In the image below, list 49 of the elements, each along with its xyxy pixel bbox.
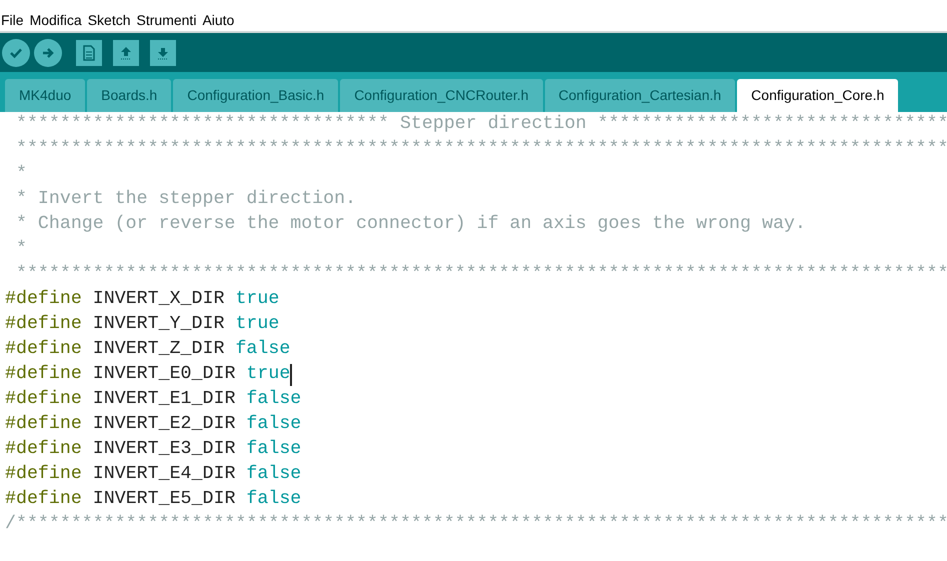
macro-name: INVERT_Y_DIR bbox=[92, 313, 224, 336]
arrow-up-icon bbox=[119, 44, 133, 60]
menu-item[interactable]: Strumenti bbox=[136, 10, 196, 30]
macro-name: INVERT_E5_DIR bbox=[92, 488, 236, 511]
macro-name: INVERT_E4_DIR bbox=[92, 463, 236, 486]
directive: #define bbox=[5, 463, 82, 486]
macro-value: false bbox=[235, 338, 290, 361]
macro-value: false bbox=[246, 488, 302, 511]
macro-value: true bbox=[235, 288, 280, 311]
upload-button[interactable] bbox=[34, 38, 62, 66]
macro-value: true bbox=[235, 313, 280, 336]
macro-value: false bbox=[246, 413, 302, 436]
directive: #define bbox=[5, 413, 82, 436]
macro-name: INVERT_Z_DIR bbox=[92, 338, 224, 361]
macro-name: INVERT_X_DIR bbox=[92, 288, 224, 311]
menu-item[interactable]: Sketch bbox=[88, 10, 131, 30]
verify-button[interactable] bbox=[2, 38, 30, 66]
macro-value: false bbox=[246, 463, 302, 486]
macro-name: INVERT_E1_DIR bbox=[92, 388, 236, 411]
code-comment: * Invert the stepper direction. bbox=[14, 189, 356, 209]
directive: #define bbox=[5, 313, 82, 336]
macro-name: INVERT_E2_DIR bbox=[92, 413, 236, 436]
menu-item[interactable]: Modifica bbox=[30, 10, 82, 30]
code-comment: ********************************** Stepper direction ******************************** bbox=[14, 114, 947, 134]
code-comment: ************************************************************************************* bbox=[14, 264, 947, 284]
menu-item[interactable]: File bbox=[1, 10, 24, 30]
menu-item[interactable]: Aiuto bbox=[202, 10, 234, 30]
code-comment: * bbox=[14, 239, 27, 259]
document-icon bbox=[82, 44, 96, 60]
macro-value: true bbox=[246, 363, 290, 386]
save-button[interactable] bbox=[150, 40, 176, 66]
code-comment: ************************************************************************************* bbox=[14, 139, 947, 159]
directive: #define bbox=[5, 388, 82, 411]
macro-value: false bbox=[246, 438, 302, 461]
code-comment: * Change (or reverse the motor connector) if an axis goes the wrong way. bbox=[14, 214, 806, 234]
macro-name: INVERT_E3_DIR bbox=[92, 438, 236, 461]
directive: #define bbox=[5, 288, 82, 311]
directive: #define bbox=[5, 363, 82, 386]
directive: #define bbox=[5, 488, 82, 511]
file-tab[interactable]: Configuration_Core.h bbox=[737, 79, 898, 112]
new-button[interactable] bbox=[76, 40, 102, 66]
code-comment: /************************************************************************************* bbox=[5, 514, 947, 534]
directive: #define bbox=[5, 338, 82, 361]
directive: #define bbox=[5, 438, 82, 461]
macro-name: INVERT_E0_DIR bbox=[92, 363, 236, 386]
macro-value: false bbox=[246, 388, 302, 411]
code-comment: * bbox=[14, 164, 27, 184]
open-button[interactable] bbox=[113, 40, 139, 66]
arrow-right-icon bbox=[41, 46, 55, 60]
